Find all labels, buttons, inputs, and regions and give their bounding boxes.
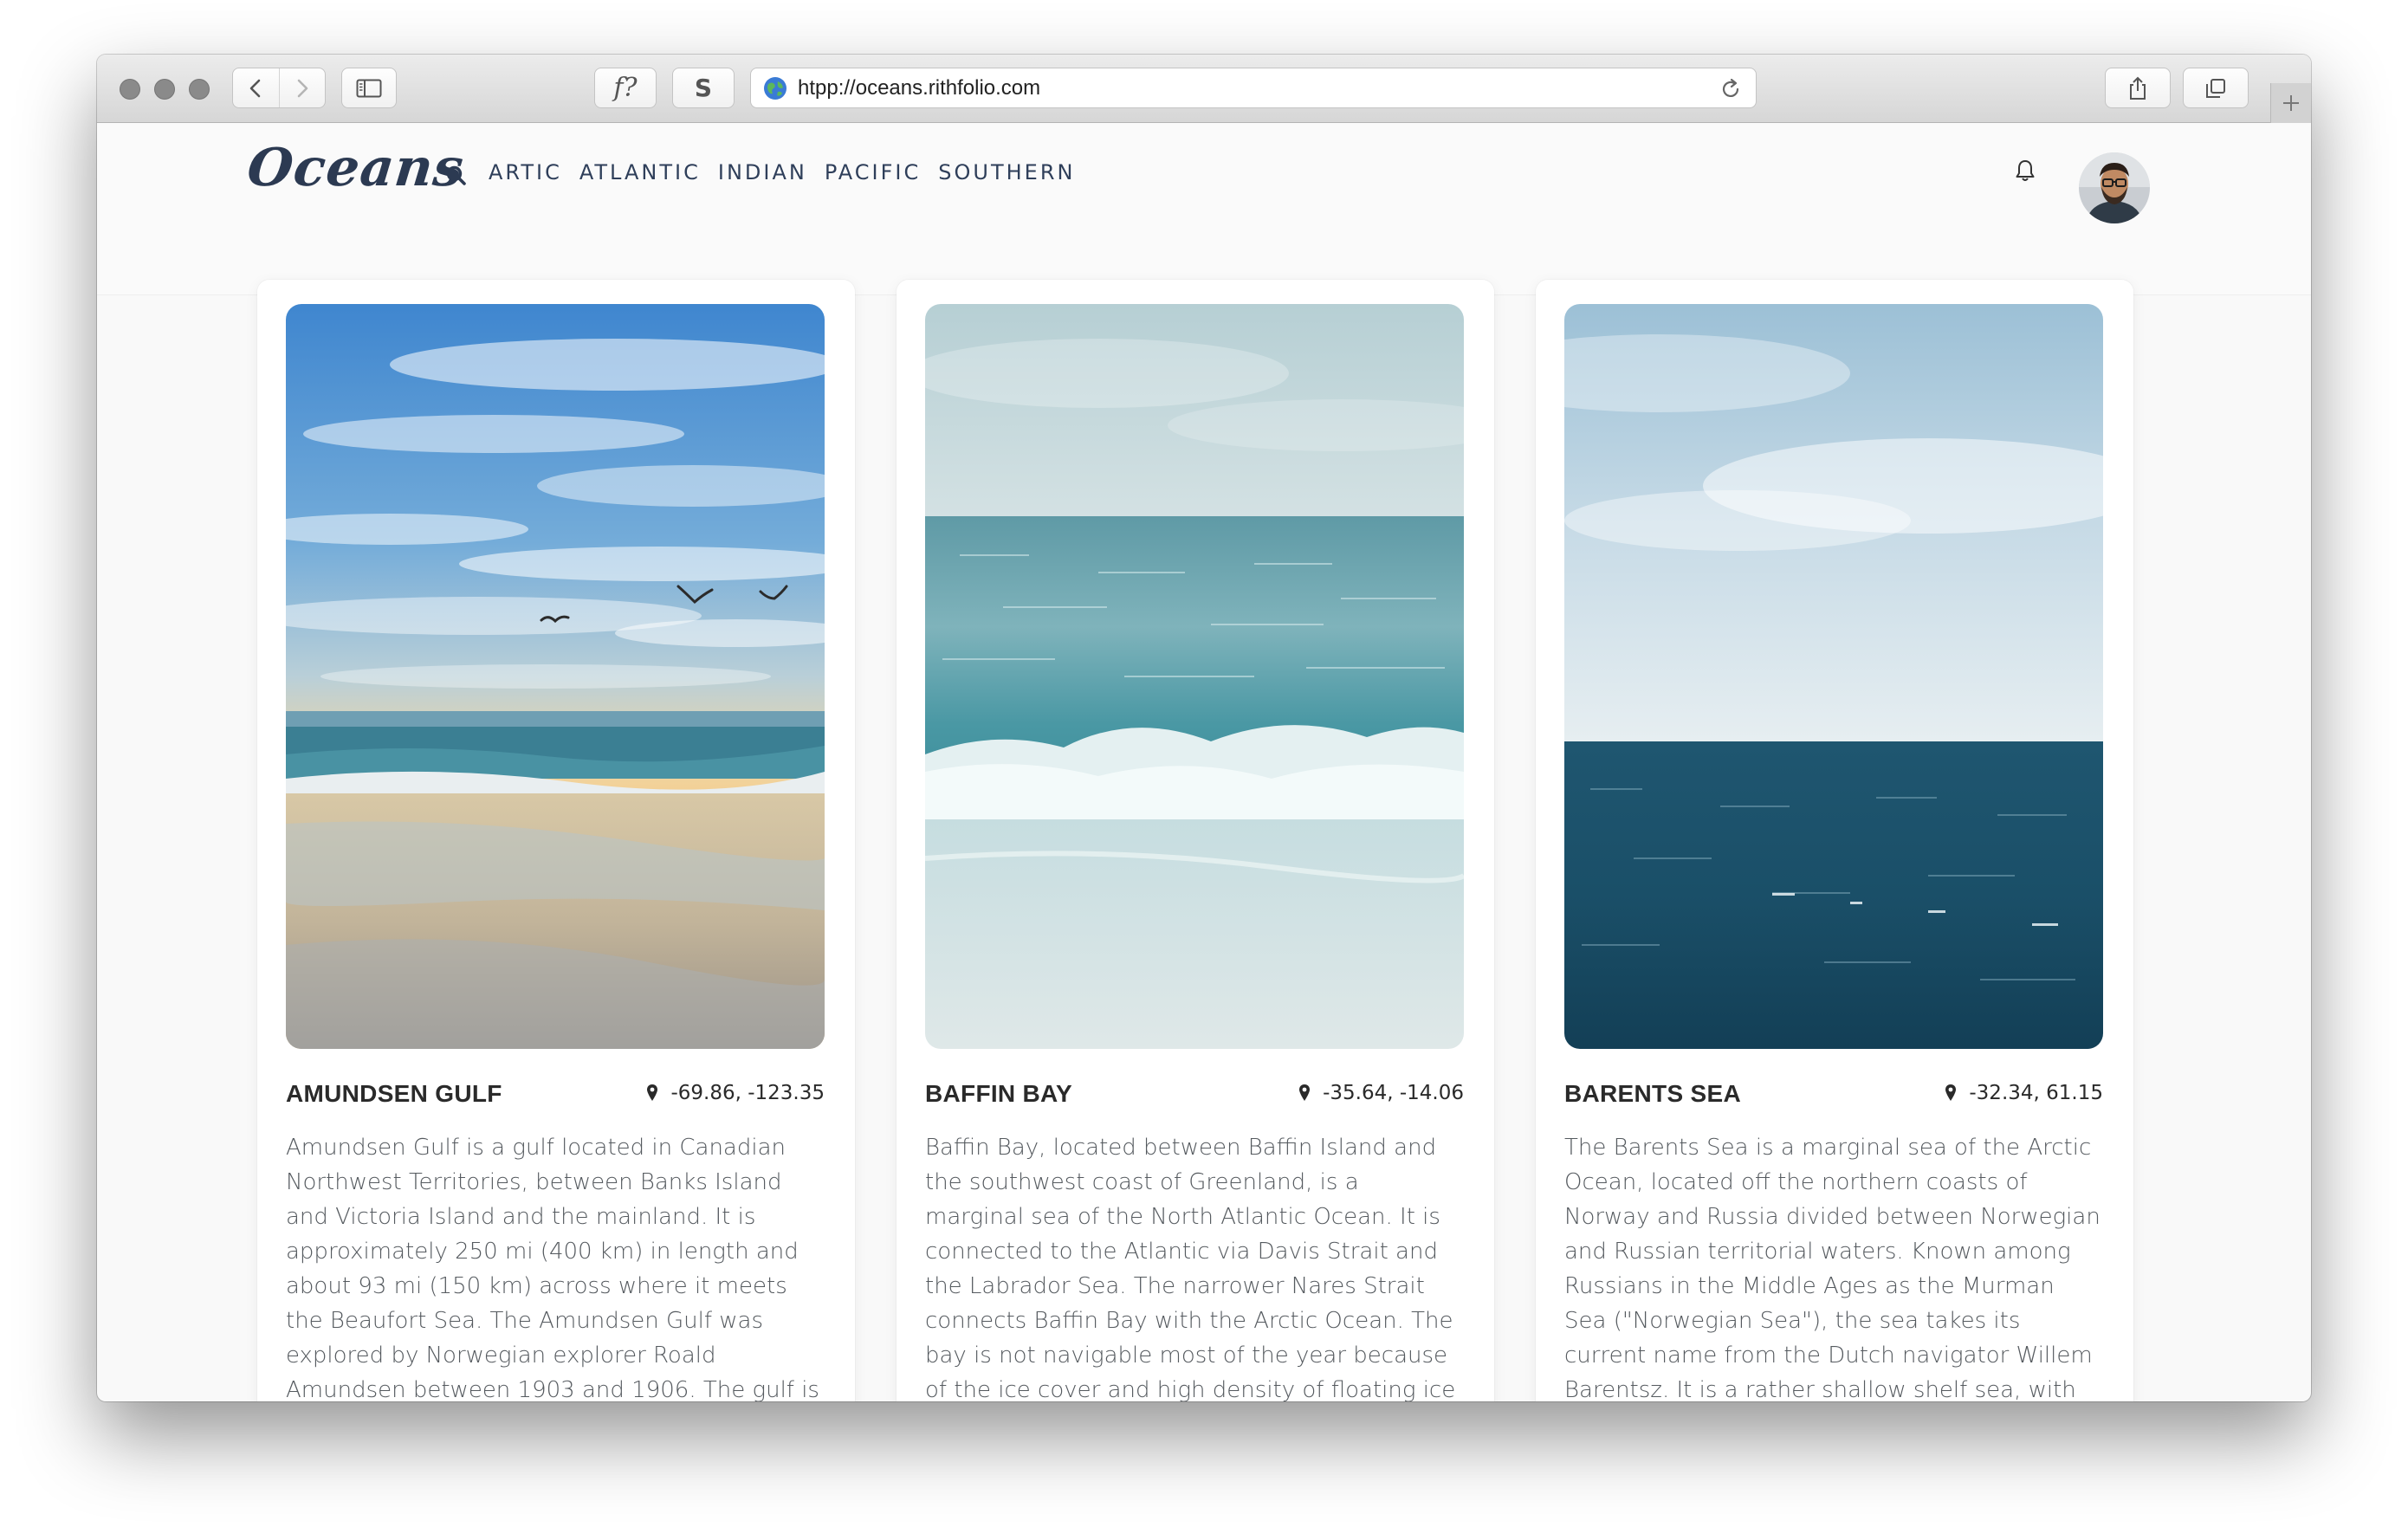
sidebar-icon: [356, 79, 382, 97]
card-description: Baffin Bay, located between Baffin Islan…: [925, 1135, 1456, 1401]
coordinates-text: -32.34, 61.15: [1969, 1082, 2103, 1104]
card-image[interactable]: [286, 304, 825, 1049]
s-extension-button[interactable]: S: [672, 68, 735, 108]
card-coordinates: -69.86, -123.35: [646, 1082, 825, 1104]
tabs-overview-button[interactable]: [2183, 68, 2249, 108]
address-bar[interactable]: htpp://oceans.rithfolio.com: [750, 68, 1757, 108]
card-coordinates: -32.34, 61.15: [1945, 1082, 2103, 1104]
url-text: htpp://oceans.rithfolio.com: [798, 75, 1041, 100]
tabs-icon: [2206, 78, 2225, 98]
chevron-left-icon: [249, 79, 261, 97]
globe-icon: [764, 76, 786, 100]
coordinates-text: -35.64, -14.06: [1323, 1082, 1464, 1104]
nav-link-atlantic[interactable]: ATLANTIC: [579, 160, 701, 184]
plus-icon: [2283, 95, 2299, 111]
main-nav: ARTIC ATLANTIC INDIAN PACIFIC SOUTHERN: [489, 160, 1075, 184]
forward-button[interactable]: [278, 68, 326, 107]
nav-link-pacific[interactable]: PACIFIC: [825, 160, 921, 184]
share-icon: [2130, 76, 2146, 100]
browser-window: f? S htpp://oceans.rithfolio.com Oceans …: [97, 55, 2311, 1401]
location-pin-icon: [1299, 1084, 1311, 1101]
new-tab-button[interactable]: [2270, 83, 2311, 123]
card-description: The Barents Sea is a marginal sea of the…: [1564, 1135, 2101, 1401]
card-coordinates: -35.64, -14.06: [1298, 1082, 1464, 1104]
card-description: Amundsen Gulf is a gulf located in Canad…: [286, 1135, 819, 1401]
close-window-button[interactable]: [120, 79, 140, 100]
open-sea-image: [1564, 304, 2103, 1049]
zoom-window-button[interactable]: [189, 79, 210, 100]
history-navigation: [232, 68, 326, 108]
user-avatar[interactable]: [2079, 152, 2150, 223]
bell-icon[interactable]: [2015, 159, 2036, 183]
back-button[interactable]: [233, 68, 279, 107]
location-pin-icon: [1945, 1084, 1957, 1101]
sidebar-toggle-button[interactable]: [341, 68, 397, 108]
location-pin-icon: [647, 1084, 658, 1101]
sunset-beach-image: [286, 304, 825, 1049]
search-icon[interactable]: [445, 165, 468, 187]
ocean-card[interactable]: BAFFIN BAY -35.64, -14.06 Baffin Bay, lo…: [897, 280, 1494, 1401]
card-header: AMUNDSEN GULF -69.86, -123.35: [286, 1078, 825, 1113]
card-title[interactable]: BAFFIN BAY: [925, 1080, 1072, 1108]
nav-link-southern[interactable]: SOUTHERN: [938, 160, 1075, 184]
user-photo-image: [2079, 152, 2150, 223]
card-image[interactable]: [1564, 304, 2103, 1049]
minimize-window-button[interactable]: [154, 79, 175, 100]
ocean-card[interactable]: AMUNDSEN GULF -69.86, -123.35 Amundsen G…: [257, 280, 855, 1401]
nav-link-indian[interactable]: INDIAN: [718, 160, 807, 184]
reload-icon[interactable]: [1719, 78, 1742, 100]
card-header: BAFFIN BAY -35.64, -14.06: [925, 1078, 1464, 1113]
chevron-right-icon: [297, 79, 308, 97]
coordinates-text: -69.86, -123.35: [670, 1082, 825, 1104]
ocean-card[interactable]: BARENTS SEA -32.34, 61.15 The Barents Se…: [1536, 280, 2133, 1401]
share-button[interactable]: [2105, 68, 2171, 108]
card-header: BARENTS SEA -32.34, 61.15: [1564, 1078, 2103, 1113]
breaking-wave-image: [925, 304, 1464, 1049]
card-title[interactable]: BARENTS SEA: [1564, 1080, 1741, 1108]
card-title[interactable]: AMUNDSEN GULF: [286, 1080, 502, 1108]
site-logo[interactable]: Oceans: [244, 138, 467, 198]
card-image[interactable]: [925, 304, 1464, 1049]
browser-toolbar: f? S htpp://oceans.rithfolio.com: [97, 55, 2311, 123]
nav-link-artic[interactable]: ARTIC: [489, 160, 562, 184]
formula-extension-button[interactable]: f?: [594, 68, 657, 108]
